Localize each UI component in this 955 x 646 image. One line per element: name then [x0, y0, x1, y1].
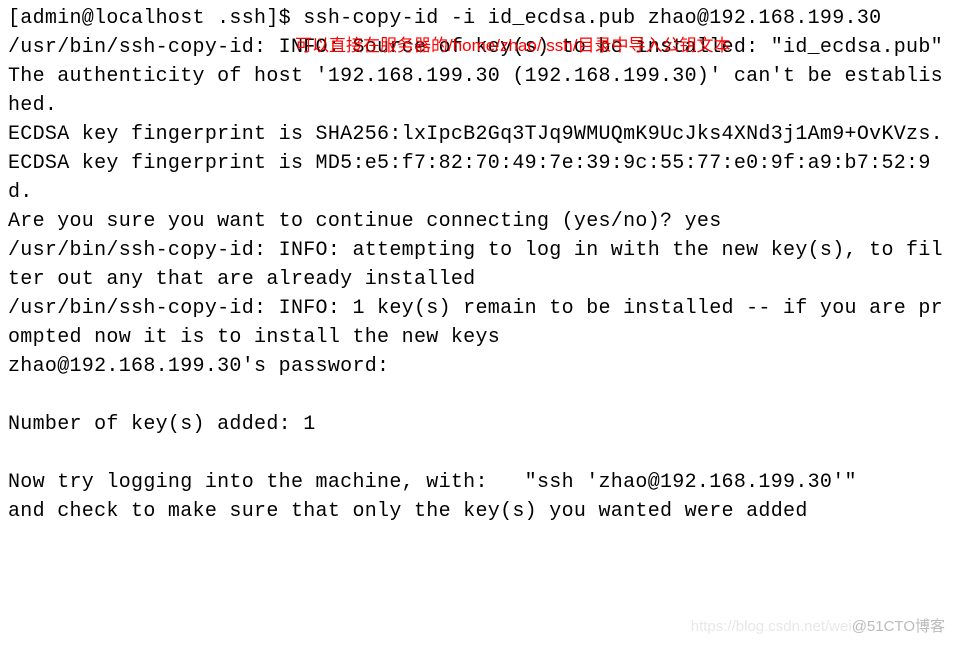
output-line: Now try logging into the machine, with: …: [8, 471, 857, 494]
output-line: The authenticity of host '192.168.199.30…: [8, 65, 943, 117]
output-line: zhao@192.168.199.30's password:: [8, 355, 402, 378]
command-input[interactable]: ssh-copy-id -i id_ecdsa.pub zhao@192.168…: [303, 7, 881, 30]
output-line: ECDSA key fingerprint is MD5:e5:f7:82:70…: [8, 152, 931, 204]
output-line: /usr/bin/ssh-copy-id: INFO: 1 key(s) rem…: [8, 297, 943, 349]
terminal-output: [admin@localhost .ssh]$ ssh-copy-id -i i…: [8, 4, 947, 526]
annotation-text: 可以直接在服务器的/home/zhao/.ssh/目录中导入公钥文本: [295, 34, 730, 59]
output-line: /usr/bin/ssh-copy-id: INFO: attempting t…: [8, 239, 943, 291]
shell-prompt: [admin@localhost .ssh]$: [8, 7, 303, 30]
watermark-brand: @51CTO博客: [852, 618, 945, 635]
output-line: and check to make sure that only the key…: [8, 500, 808, 523]
output-line: Number of key(s) added: 1: [8, 413, 316, 436]
output-line: Are you sure you want to continue connec…: [8, 210, 722, 233]
watermark-url: https://blog.csdn.net/wei: [691, 618, 852, 635]
output-line: ECDSA key fingerprint is SHA256:lxIpcB2G…: [8, 123, 943, 146]
watermark: https://blog.csdn.net/wei@51CTO博客: [691, 616, 945, 638]
